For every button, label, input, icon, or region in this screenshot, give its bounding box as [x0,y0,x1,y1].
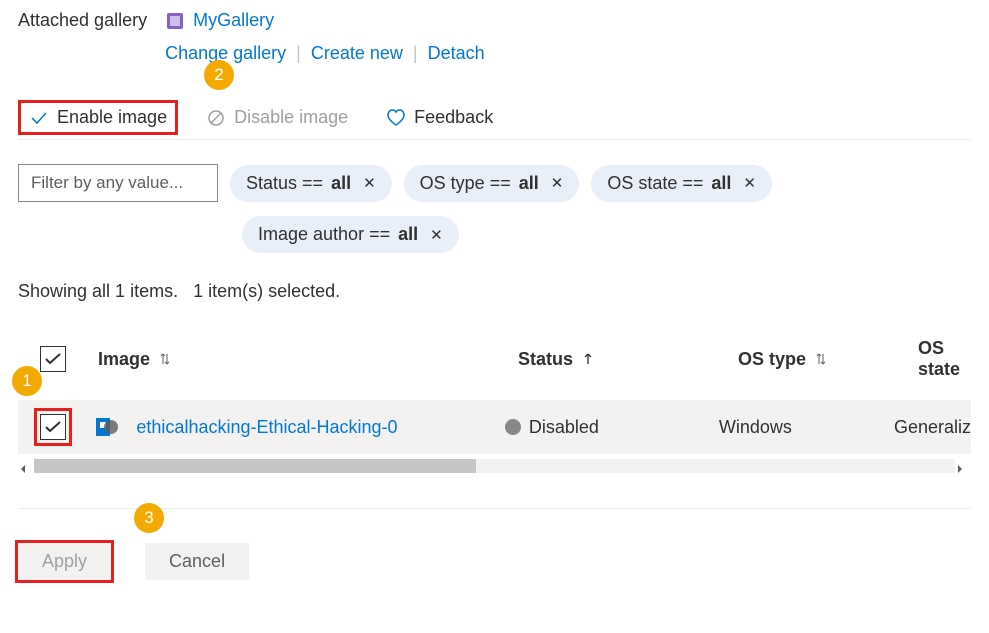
prohibit-icon [206,108,226,128]
attached-gallery-row: Attached gallery MyGallery Change galler… [18,10,971,64]
scroll-thumb[interactable] [34,459,476,473]
attached-label: Attached gallery [18,10,147,31]
sort-icon [814,352,828,366]
close-icon[interactable]: ✕ [363,174,376,192]
filter-pill-status[interactable]: Status == all ✕ [230,165,392,202]
sort-asc-icon [581,352,595,366]
ostype-text: Windows [719,417,792,438]
col-header-status[interactable]: Status [518,349,738,370]
scroll-track[interactable] [34,459,955,473]
col-header-image[interactable]: Image [98,349,518,370]
table-row[interactable]: ethicalhacking-Ethical-Hacking-0 Disable… [18,400,971,454]
select-all-checkbox[interactable] [40,346,66,372]
col-header-osstate[interactable]: OS state [918,338,971,380]
filter-pill-author[interactable]: Image author == all ✕ [242,216,459,253]
image-name-link[interactable]: ethicalhacking-Ethical-Hacking-0 [136,417,397,438]
status-row: Showing all 1 items. 1 item(s) selected. [18,281,971,302]
detach-link[interactable]: Detach [428,43,485,64]
row-checkbox[interactable] [40,414,66,440]
annotation-badge-2: 2 [204,60,234,90]
close-icon[interactable]: ✕ [551,174,564,192]
enable-image-button[interactable]: Enable image [18,100,178,135]
table-header: Image Status OS type [18,330,971,388]
feedback-label: Feedback [414,107,493,128]
close-icon[interactable]: ✕ [430,226,443,244]
gallery-icon [165,11,185,31]
disable-image-button: Disable image [196,101,358,134]
annotation-badge-1: 1 [12,366,42,396]
annotation-badge-3: 3 [134,503,164,533]
check-icon [29,108,49,128]
toolbar: Enable image Disable image Feedback [18,100,971,140]
status-text: Disabled [529,417,599,438]
horizontal-scrollbar[interactable] [18,456,971,476]
scroll-left-icon[interactable] [18,458,34,474]
osstate-text: Generaliz [894,417,971,437]
showing-text: Showing all 1 items. [18,281,178,301]
feedback-button[interactable]: Feedback [376,101,503,134]
heart-icon [386,108,406,128]
gallery-link[interactable]: MyGallery [193,10,274,31]
image-table: Image Status OS type [18,330,971,476]
sort-icon [158,352,172,366]
filter-pill-ostype[interactable]: OS type == all ✕ [404,165,580,202]
enable-label: Enable image [57,107,167,128]
separator: | [413,43,418,64]
separator: | [296,43,301,64]
selected-text: 1 item(s) selected. [193,281,340,301]
cancel-button[interactable]: Cancel [145,543,249,580]
filter-row: Status == all ✕ OS type == all ✕ OS stat… [18,164,971,202]
filter-input[interactable] [18,164,218,202]
status-dot-icon [505,419,521,435]
create-new-link[interactable]: Create new [311,43,403,64]
image-resource-icon [96,416,118,438]
scroll-right-icon[interactable] [955,458,971,474]
disable-label: Disable image [234,107,348,128]
filter-pill-osstate[interactable]: OS state == all ✕ [591,165,772,202]
close-icon[interactable]: ✕ [743,174,756,192]
apply-button[interactable]: Apply [18,543,111,580]
col-header-ostype[interactable]: OS type [738,349,918,370]
